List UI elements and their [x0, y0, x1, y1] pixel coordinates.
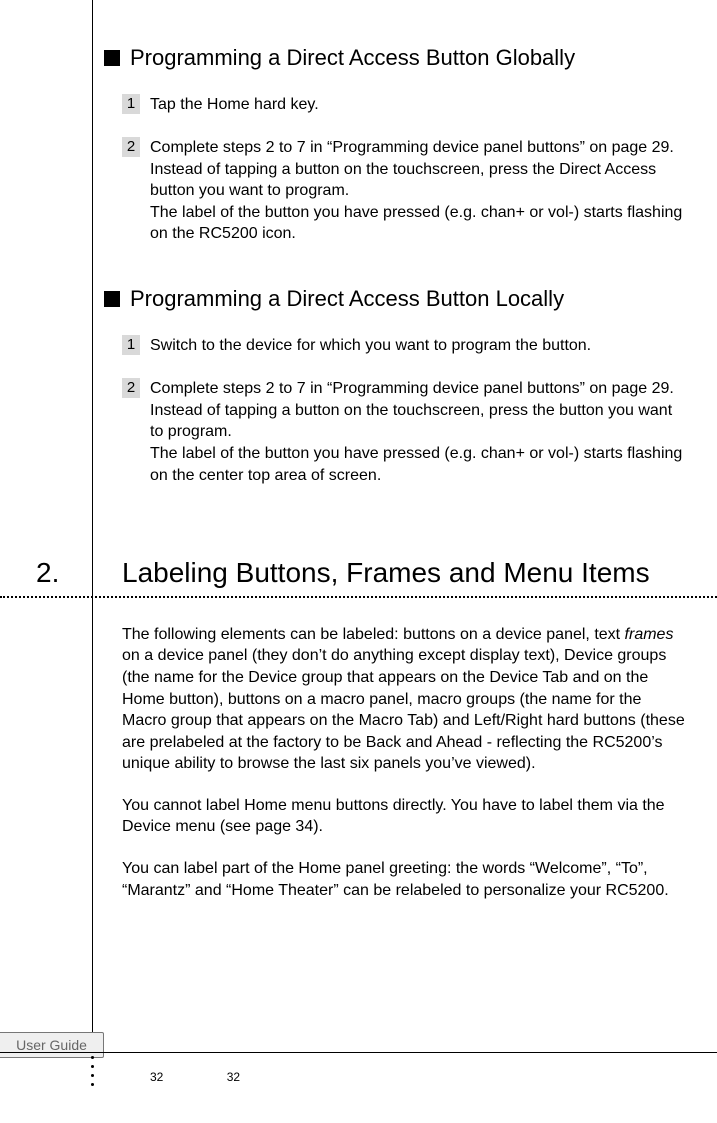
page-number: 32	[150, 1070, 163, 1084]
step-item: 2 Complete steps 2 to 7 in “Programming …	[122, 378, 687, 486]
step-text: Tap the Home hard key.	[150, 94, 319, 116]
step-text: Complete steps 2 to 7 in “Programming de…	[150, 378, 687, 486]
square-bullet-icon	[104, 291, 120, 307]
steps-local: 1 Switch to the device for which you wan…	[122, 335, 687, 487]
subsection-title: Programming a Direct Access Button Local…	[130, 285, 564, 313]
paragraph: You can label part of the Home panel gre…	[122, 858, 687, 901]
paragraph-italic: frames	[625, 626, 674, 643]
subsection-local: Programming a Direct Access Button Local…	[104, 285, 687, 313]
step-item: 1 Tap the Home hard key.	[122, 94, 687, 116]
dotted-divider	[0, 596, 717, 598]
paragraph: You cannot label Home menu buttons direc…	[122, 795, 687, 838]
vertical-rule	[92, 0, 93, 1052]
footer-dots-icon	[91, 1056, 94, 1086]
paragraph: The following elements can be labeled: b…	[122, 624, 687, 775]
footer-page-numbers: 32 32	[150, 1070, 300, 1084]
step-number: 1	[122, 94, 140, 114]
paragraph-text: The following elements can be labeled: b…	[122, 626, 625, 643]
subsection-global: Programming a Direct Access Button Globa…	[104, 44, 687, 72]
paragraph-text: on a device panel (they don’t do anythin…	[122, 647, 685, 772]
step-text: Complete steps 2 to 7 in “Programming de…	[150, 137, 687, 245]
step-number: 2	[122, 137, 140, 157]
subsection-title: Programming a Direct Access Button Globa…	[130, 44, 575, 72]
step-number: 2	[122, 378, 140, 398]
steps-global: 1 Tap the Home hard key. 2 Complete step…	[122, 94, 687, 246]
step-item: 2 Complete steps 2 to 7 in “Programming …	[122, 137, 687, 245]
page-number: 32	[227, 1070, 240, 1084]
section-number: 2.	[36, 556, 59, 590]
step-number: 1	[122, 335, 140, 355]
section-title: Labeling Buttons, Frames and Menu Items	[122, 556, 687, 590]
step-text: Switch to the device for which you want …	[150, 335, 591, 357]
step-item: 1 Switch to the device for which you wan…	[122, 335, 687, 357]
square-bullet-icon	[104, 50, 120, 66]
main-section: 2. Labeling Buttons, Frames and Menu Ite…	[104, 556, 687, 901]
footer-rule	[0, 1052, 717, 1053]
footer-tab: User Guide	[0, 1032, 104, 1058]
